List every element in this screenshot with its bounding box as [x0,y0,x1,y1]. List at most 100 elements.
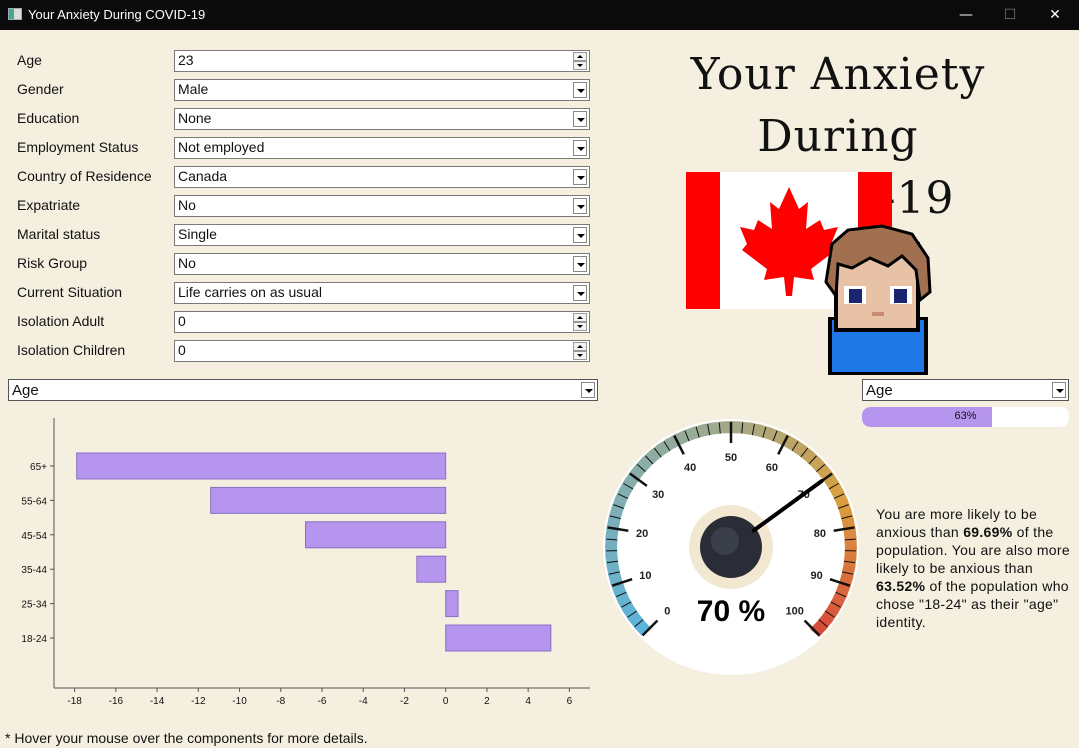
isolation-children-label: Isolation Children [17,342,126,358]
spin-buttons [573,52,587,70]
x-tick-label: -14 [150,696,165,707]
expatriate-dropdown[interactable]: No [174,195,590,217]
x-tick-label: 6 [567,696,573,707]
gauge-tick-label: 0 [664,606,670,618]
identity-percentile-bar: 63% [862,407,1069,427]
chevron-down-icon [573,198,587,214]
chart-identity-select-value: Age [12,382,39,399]
gender-dropdown[interactable]: Male [174,79,590,101]
x-tick-label: -16 [109,696,124,707]
isolation-adult-spinbox[interactable]: 0 [174,311,590,333]
x-tick-label: -8 [276,696,285,707]
chevron-down-icon [573,256,587,272]
x-tick-label: -10 [232,696,247,707]
increment-icon[interactable] [573,342,587,351]
gender-label: Gender [17,81,64,97]
title-line-1: Your Anxiety During [690,49,986,162]
marital-status-dropdown[interactable]: Single [174,224,590,246]
gauge-tick-label: 30 [652,489,664,501]
bar-65[interactable] [76,452,447,480]
increment-icon[interactable] [573,313,587,322]
x-tick-label: 0 [443,696,449,707]
decrement-icon[interactable] [573,322,587,331]
identity-percentile: 63.52% [876,578,926,594]
footnote: * Hover your mouse over the components f… [5,730,368,746]
chevron-down-icon [573,140,587,156]
bar-55-64[interactable] [210,486,447,514]
country-of-residence-value: Canada [178,168,228,184]
x-tick-label: -6 [318,696,327,707]
education-label: Education [17,110,80,126]
gauge-identity-select[interactable]: Age [862,379,1069,401]
anxiety-description: You are more likely to be anxious than 6… [876,505,1076,631]
employment-status-dropdown[interactable]: Not employed [174,137,590,159]
chevron-down-icon [581,382,595,398]
age-value: 23 [178,52,194,68]
gauge-tick-label: 100 [785,606,803,618]
gauge-tick-label: 10 [639,570,651,582]
decrement-icon[interactable] [573,351,587,360]
education-value: None [178,110,212,126]
y-tick-label: 18-24 [21,634,47,645]
expatriate-value: No [178,197,196,213]
education-dropdown[interactable]: None [174,108,590,130]
age-label: Age [17,52,42,68]
expatriate-label: Expatriate [17,197,81,213]
isolation-children-spinbox[interactable]: 0 [174,340,590,362]
country-of-residence-label: Country of Residence [17,168,152,184]
bar-45-54[interactable] [305,521,447,549]
current-situation-label: Current Situation [17,284,123,300]
gauge-tick-label: 80 [814,528,826,540]
x-tick-label: -12 [191,696,206,707]
window-title: Your Anxiety During COVID-19 [28,7,206,22]
x-tick-label: 2 [484,696,490,707]
app-icon [8,8,22,20]
anxiety-gauge: 010203040506070809010070 % [603,419,859,675]
gender-value: Male [178,81,209,97]
x-tick-label: -2 [400,696,409,707]
gauge-tick-label: 50 [725,452,737,464]
chevron-down-icon [573,285,587,301]
gauge-minor-tick [606,538,618,541]
current-situation-dropdown[interactable]: Life carries on as usual [174,282,590,304]
x-tick-label: -18 [67,696,82,707]
risk-group-dropdown[interactable]: No [174,253,590,275]
bar-18-24[interactable] [445,624,552,652]
y-tick-label: 55-64 [21,496,47,507]
increment-icon[interactable] [573,52,587,61]
marital-status-label: Marital status [17,226,101,242]
maximize-button[interactable]: ☐ [988,3,1032,27]
x-tick-label: -4 [359,696,368,707]
country-of-residence-dropdown[interactable]: Canada [174,166,590,188]
chevron-down-icon [573,227,587,243]
gauge-hub-shine [711,527,739,555]
risk-group-label: Risk Group [17,255,88,271]
bar-35-44[interactable] [416,555,447,583]
avatar [824,224,932,375]
current-situation-value: Life carries on as usual [178,284,322,300]
gauge-tick-label: 60 [766,462,778,474]
gauge-tick-label: 40 [684,462,696,474]
marital-status-value: Single [178,226,217,242]
bar-25-34[interactable] [445,590,459,618]
chevron-down-icon [573,169,587,185]
isolation-adult-value: 0 [178,313,186,329]
x-tick-label: 4 [525,696,531,707]
spin-buttons [573,342,587,360]
y-tick-label: 65+ [30,462,47,473]
employment-status-label: Employment Status [17,139,139,155]
close-button[interactable]: ✕ [1033,3,1077,27]
spin-buttons [573,313,587,331]
minimize-button[interactable]: — [944,3,988,27]
chevron-down-icon [573,82,587,98]
chart-identity-select[interactable]: Age [8,379,598,401]
employment-status-value: Not employed [178,139,265,155]
y-tick-label: 35-44 [21,565,47,576]
country-illustration [686,172,932,375]
window-titlebar: Your Anxiety During COVID-19 — ☐ ✕ [0,0,1079,30]
anxiety-bar-chart: 65+ 55-64 45-54 35-44 25-34 18-24 -18 -16 -14 -12… [21,418,590,707]
age-spinbox[interactable]: 23 [174,50,590,72]
isolation-adult-label: Isolation Adult [17,313,105,329]
population-percentile: 69.69% [963,524,1013,540]
decrement-icon[interactable] [573,61,587,70]
